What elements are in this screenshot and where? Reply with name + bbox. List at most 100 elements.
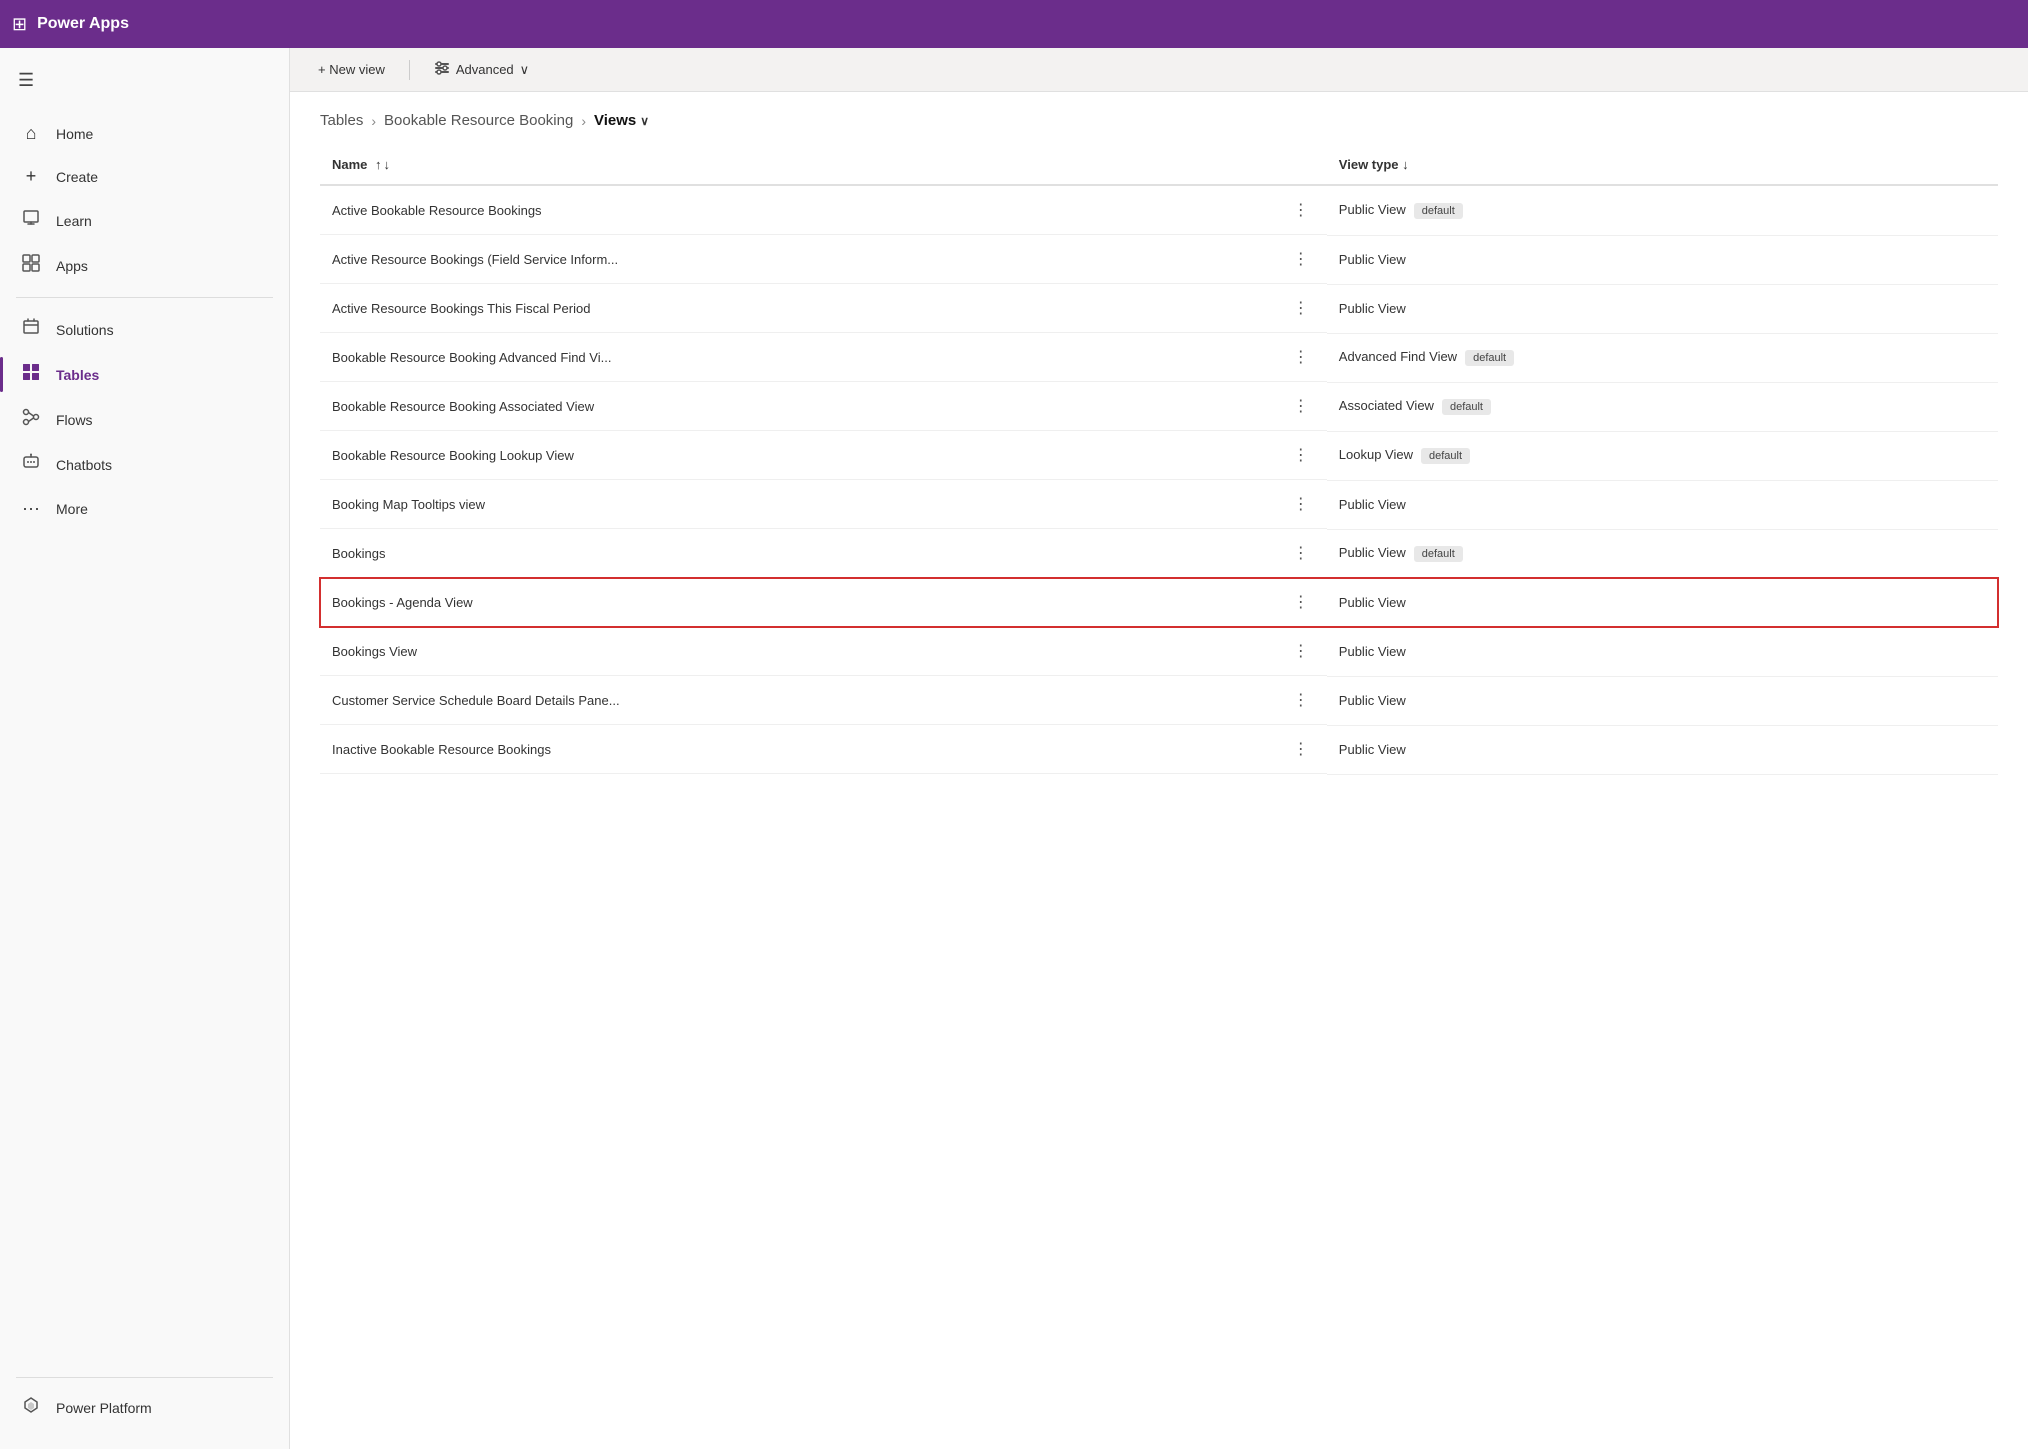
create-icon: + xyxy=(20,166,42,187)
apps-icon xyxy=(20,254,42,277)
row-name: Bookable Resource Booking Lookup View xyxy=(332,448,574,463)
row-more-button[interactable]: ⋮ xyxy=(1287,688,1315,712)
row-type: Public View xyxy=(1339,742,1406,757)
col-name-label: Name xyxy=(332,157,367,172)
table-row[interactable]: Bookings View ⋮ Public View xyxy=(320,627,1998,676)
sidebar-item-more[interactable]: ··· More xyxy=(0,488,289,529)
row-name-cell: Bookable Resource Booking Advanced Find … xyxy=(320,333,1327,382)
sidebar-item-tables[interactable]: Tables xyxy=(0,353,289,396)
table-row[interactable]: Bookable Resource Booking Lookup View ⋮ Lo… xyxy=(320,431,1998,480)
table-row[interactable]: Bookable Resource Booking Advanced Find … xyxy=(320,333,1998,382)
row-name-cell: Active Resource Bookings This Fiscal Per… xyxy=(320,284,1327,333)
breadcrumb-sep-2: › xyxy=(581,113,586,129)
row-more-button[interactable]: ⋮ xyxy=(1287,345,1315,369)
row-name: Bookings - Agenda View xyxy=(332,595,473,610)
row-type: Public View xyxy=(1339,301,1406,316)
row-name: Customer Service Schedule Board Details … xyxy=(332,693,620,708)
row-more-button[interactable]: ⋮ xyxy=(1287,590,1315,614)
row-name: Bookable Resource Booking Advanced Find … xyxy=(332,350,611,365)
sidebar-divider-1 xyxy=(16,297,273,298)
row-type-cell: Public View xyxy=(1327,676,1998,725)
sidebar-item-solutions[interactable]: Solutions xyxy=(0,308,289,351)
row-more-button[interactable]: ⋮ xyxy=(1287,296,1315,320)
row-type-cell: Public View xyxy=(1327,480,1998,529)
row-name-cell: Bookings - Agenda View ⋮ xyxy=(320,578,1327,627)
row-more-button[interactable]: ⋮ xyxy=(1287,247,1315,271)
row-name-cell: Booking Map Tooltips view ⋮ xyxy=(320,480,1327,529)
row-type: Lookup View xyxy=(1339,447,1413,462)
row-name: Booking Map Tooltips view xyxy=(332,497,485,512)
row-badge: default xyxy=(1442,399,1491,415)
breadcrumb-sep-1: › xyxy=(371,113,376,129)
row-name: Active Bookable Resource Bookings xyxy=(332,203,542,218)
sidebar-item-chatbots-label: Chatbots xyxy=(56,457,112,473)
row-type-cell: Public View xyxy=(1327,284,1998,333)
row-type: Public View xyxy=(1339,644,1406,659)
row-type-cell: Associated View default xyxy=(1327,382,1998,431)
table-row[interactable]: Inactive Bookable Resource Bookings ⋮ Publ… xyxy=(320,725,1998,774)
toolbar: + New view Advanced ∨ xyxy=(290,48,2028,92)
col-name-header[interactable]: Name ↑ ↓ xyxy=(320,149,1327,185)
row-name: Active Resource Bookings (Field Service … xyxy=(332,252,618,267)
row-badge: default xyxy=(1414,203,1463,219)
row-type: Public View xyxy=(1339,595,1406,610)
col-type-header[interactable]: View type ↓ xyxy=(1327,149,1998,185)
sidebar-item-create[interactable]: + Create xyxy=(0,156,289,197)
sidebar-item-power-platform[interactable]: Power Platform xyxy=(0,1386,289,1429)
table-row[interactable]: Customer Service Schedule Board Details … xyxy=(320,676,1998,725)
sidebar-item-home[interactable]: ⌂ Home xyxy=(0,113,289,154)
top-header: ⊞ Power Apps xyxy=(0,0,2028,48)
table-header: Name ↑ ↓ View type ↓ xyxy=(320,149,1998,185)
sidebar-item-apps[interactable]: Apps xyxy=(0,244,289,287)
row-type: Associated View xyxy=(1339,398,1434,413)
row-more-button[interactable]: ⋮ xyxy=(1287,492,1315,516)
sort-desc-icon: ↓ xyxy=(384,157,391,172)
app-title: Power Apps xyxy=(37,15,129,33)
row-type: Public View xyxy=(1339,497,1406,512)
table-row[interactable]: Active Resource Bookings (Field Service … xyxy=(320,235,1998,284)
row-type-cell: Public View xyxy=(1327,578,1998,627)
row-more-button[interactable]: ⋮ xyxy=(1287,737,1315,761)
row-name-cell: Active Bookable Resource Bookings ⋮ xyxy=(320,186,1327,235)
tables-icon xyxy=(20,363,42,386)
row-type-cell: Public View xyxy=(1327,725,1998,774)
table-row[interactable]: Bookings⋮Public Viewdefault xyxy=(320,529,1998,578)
row-name: Bookings View xyxy=(332,644,417,659)
breadcrumb-current: Views ∨ xyxy=(594,112,649,129)
row-type-cell: Public View xyxy=(1327,627,1998,676)
table-row[interactable]: Active Bookable Resource Bookings⋮Public… xyxy=(320,185,1998,235)
row-more-button[interactable]: ⋮ xyxy=(1287,639,1315,663)
row-name-cell: Bookings View ⋮ xyxy=(320,627,1327,676)
row-name-cell: Customer Service Schedule Board Details … xyxy=(320,676,1327,725)
sidebar-item-learn[interactable]: Learn xyxy=(0,199,289,242)
solutions-icon xyxy=(20,318,42,341)
sidebar-item-flows[interactable]: Flows xyxy=(0,398,289,441)
breadcrumb-booking[interactable]: Bookable Resource Booking xyxy=(384,112,573,129)
sort-icons-name: ↑ ↓ xyxy=(375,157,390,172)
sidebar-item-home-label: Home xyxy=(56,126,93,142)
sidebar-item-chatbots[interactable]: Chatbots xyxy=(0,443,289,486)
table-row[interactable]: Bookable Resource Booking Associated Vie… xyxy=(320,382,1998,431)
row-name: Inactive Bookable Resource Bookings xyxy=(332,742,551,757)
breadcrumb: Tables › Bookable Resource Booking › Vie… xyxy=(320,112,1998,129)
waffle-icon[interactable]: ⊞ xyxy=(12,14,27,35)
table-row[interactable]: Booking Map Tooltips view ⋮ Public View xyxy=(320,480,1998,529)
table-body: Active Bookable Resource Bookings ⋮ Public… xyxy=(320,185,1998,774)
learn-icon xyxy=(20,209,42,232)
power-platform-icon xyxy=(20,1396,42,1419)
row-more-button[interactable]: ⋮ xyxy=(1287,394,1315,418)
row-more-button[interactable]: ⋮ xyxy=(1287,541,1315,565)
hamburger-button[interactable]: ☰ xyxy=(12,64,40,97)
home-icon: ⌂ xyxy=(20,123,42,144)
table-row[interactable]: Bookings - Agenda View ⋮ Public View xyxy=(320,578,1998,627)
new-view-button[interactable]: + New view xyxy=(310,58,393,81)
row-type: Advanced Find View xyxy=(1339,349,1457,364)
row-name-cell: Bookable Resource Booking Associated Vie… xyxy=(320,382,1327,431)
row-more-button[interactable]: ⋮ xyxy=(1287,198,1315,222)
main-layout: ☰ ⌂ Home + Create Learn xyxy=(0,48,2028,1449)
advanced-button[interactable]: Advanced ∨ xyxy=(426,56,537,83)
breadcrumb-dropdown-icon[interactable]: ∨ xyxy=(640,114,649,128)
breadcrumb-tables[interactable]: Tables xyxy=(320,112,363,129)
row-more-button[interactable]: ⋮ xyxy=(1287,443,1315,467)
table-row[interactable]: Active Resource Bookings This Fiscal Per… xyxy=(320,284,1998,333)
